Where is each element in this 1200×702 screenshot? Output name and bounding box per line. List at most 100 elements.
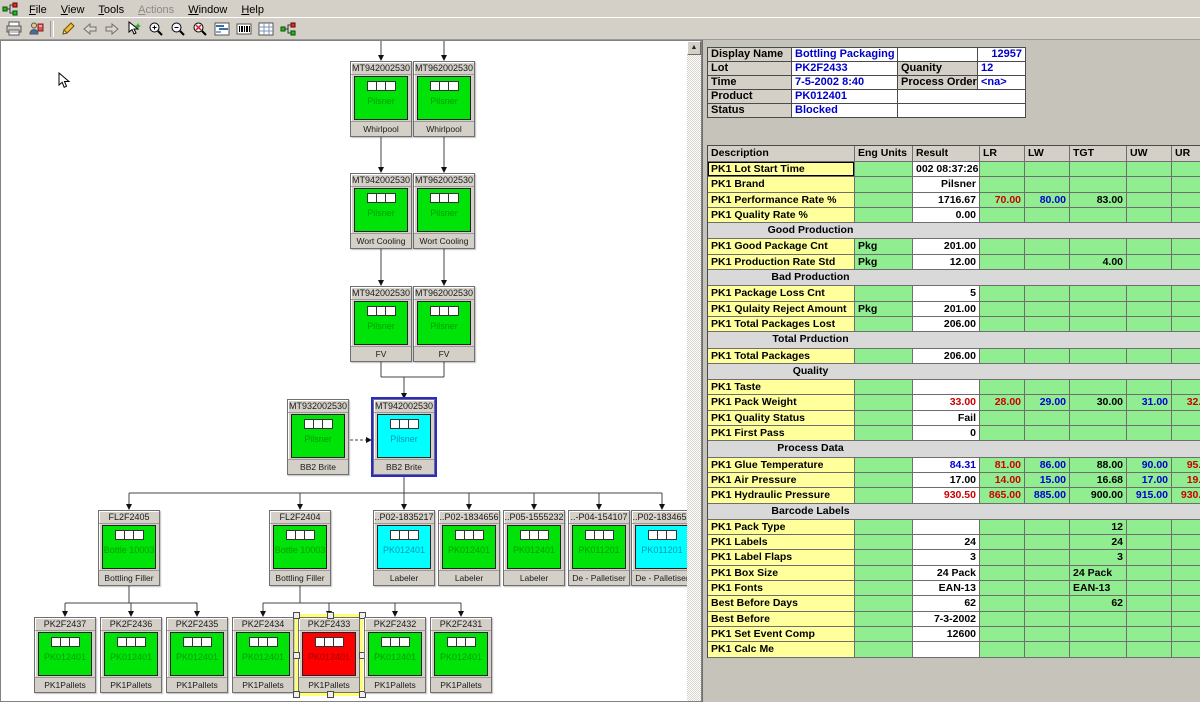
cell-tgt[interactable]: 900.00	[1070, 488, 1127, 503]
barcode-icon[interactable]	[233, 19, 255, 38]
cell-result[interactable]: 201.00	[913, 302, 980, 317]
cell-lw[interactable]	[1025, 411, 1070, 426]
cell-ur[interactable]	[1172, 255, 1200, 270]
cell-lw[interactable]	[1025, 520, 1070, 535]
cell-lr[interactable]	[980, 162, 1025, 177]
grid-icon[interactable]	[255, 19, 277, 38]
cell-eng-units[interactable]	[855, 642, 913, 657]
cell-lw[interactable]: 29.00	[1025, 395, 1070, 410]
cell-result[interactable]: 24	[913, 535, 980, 550]
cell-ur[interactable]	[1172, 411, 1200, 426]
cell-eng-units[interactable]	[855, 612, 913, 627]
cell-tgt[interactable]	[1070, 642, 1127, 657]
cell-lw[interactable]	[1025, 177, 1070, 192]
cell-uw[interactable]	[1127, 193, 1172, 208]
cell-tgt[interactable]: 88.00	[1070, 458, 1127, 473]
cell-tgt[interactable]	[1070, 612, 1127, 627]
cell-result[interactable]: 206.00	[913, 317, 980, 332]
cell-tgt[interactable]: 62	[1070, 596, 1127, 611]
cell-lr[interactable]: 70.00	[980, 193, 1025, 208]
cell-ur[interactable]	[1172, 380, 1200, 395]
cell-lr[interactable]	[980, 208, 1025, 223]
lot-node-mt942002530[interactable]: MT942002530PilsnerFV	[350, 286, 412, 362]
cell-lw[interactable]: 80.00	[1025, 193, 1070, 208]
cell-ur[interactable]	[1172, 581, 1200, 596]
cell-description[interactable]: PK1 First Pass	[708, 426, 855, 441]
cell-description[interactable]: PK1 Total Packages	[708, 349, 855, 364]
cell-description[interactable]: PK1 Production Rate Std	[708, 255, 855, 270]
gantt-icon[interactable]	[211, 19, 233, 38]
cell-description[interactable]: PK1 Box Size	[708, 566, 855, 581]
lot-node-fl2f2404[interactable]: FL2F2404Bottle 10003Bottling Filler	[269, 510, 331, 586]
user-permissions-icon[interactable]	[25, 19, 47, 38]
lot-node-p021835217[interactable]: ..P02-1835217PK012401Labeler	[373, 510, 435, 586]
cell-lr[interactable]	[980, 349, 1025, 364]
selection-handle[interactable]	[293, 691, 300, 698]
cell-lw[interactable]	[1025, 426, 1070, 441]
cell-tgt[interactable]: 83.00	[1070, 193, 1127, 208]
cell-result[interactable]: 5	[913, 286, 980, 301]
cell-lr[interactable]	[980, 581, 1025, 596]
cell-lr[interactable]	[980, 550, 1025, 565]
cell-uw[interactable]	[1127, 208, 1172, 223]
cell-ur[interactable]	[1172, 535, 1200, 550]
cell-eng-units[interactable]	[855, 550, 913, 565]
cell-eng-units[interactable]	[855, 627, 913, 642]
cell-result[interactable]: 0.00	[913, 208, 980, 223]
column-header[interactable]: LR	[980, 146, 1025, 162]
cell-lw[interactable]	[1025, 380, 1070, 395]
column-header[interactable]: UW	[1127, 146, 1172, 162]
cell-uw[interactable]	[1127, 612, 1172, 627]
cell-lr[interactable]	[980, 642, 1025, 657]
column-header[interactable]: UR	[1172, 146, 1200, 162]
cell-lr[interactable]	[980, 627, 1025, 642]
column-header[interactable]: LW	[1025, 146, 1070, 162]
cell-tgt[interactable]: 12	[1070, 520, 1127, 535]
cell-result[interactable]: 002 08:37:26	[913, 162, 980, 177]
printer-icon[interactable]	[3, 19, 25, 38]
cell-uw[interactable]	[1127, 520, 1172, 535]
cell-lw[interactable]	[1025, 642, 1070, 657]
cell-lr[interactable]: 81.00	[980, 458, 1025, 473]
cell-lw[interactable]	[1025, 535, 1070, 550]
cell-result[interactable]: 930.50	[913, 488, 980, 503]
cell-result[interactable]: 3	[913, 550, 980, 565]
lot-node-p04154107[interactable]: ..-P04-154107PK011201De - Palletiser	[568, 510, 630, 586]
cell-description[interactable]: PK1 Brand	[708, 177, 855, 192]
cell-eng-units[interactable]: Pkg	[855, 302, 913, 317]
cell-uw[interactable]	[1127, 162, 1172, 177]
cell-ur[interactable]	[1172, 177, 1200, 192]
cell-lr[interactable]	[980, 380, 1025, 395]
cell-eng-units[interactable]	[855, 349, 913, 364]
cell-lw[interactable]	[1025, 162, 1070, 177]
cell-result[interactable]: Fail	[913, 411, 980, 426]
cell-tgt[interactable]	[1070, 349, 1127, 364]
cell-lr[interactable]	[980, 566, 1025, 581]
cell-lw[interactable]: 15.00	[1025, 473, 1070, 488]
lot-node-mt932002530[interactable]: MT932002530PilsnerBB2 Brite	[287, 399, 349, 475]
cell-description[interactable]: PK1 Air Pressure	[708, 473, 855, 488]
cell-uw[interactable]	[1127, 177, 1172, 192]
pencil-icon[interactable]	[57, 19, 79, 38]
arrow-right-icon[interactable]	[101, 19, 123, 38]
cell-lr[interactable]	[980, 426, 1025, 441]
cell-tgt[interactable]	[1070, 627, 1127, 642]
cell-eng-units[interactable]	[855, 395, 913, 410]
column-header[interactable]: Description	[708, 146, 855, 162]
lot-node-pk2f2434[interactable]: PK2F2434PK012401PK1Pallets	[232, 617, 294, 693]
genealogy-icon[interactable]	[277, 19, 299, 38]
cell-lr[interactable]	[980, 255, 1025, 270]
cell-uw[interactable]	[1127, 550, 1172, 565]
cell-uw[interactable]	[1127, 286, 1172, 301]
cell-description[interactable]: PK1 Taste	[708, 380, 855, 395]
cell-lr[interactable]	[980, 612, 1025, 627]
lot-node-mt962002530[interactable]: MT962002530PilsnerWort Cooling	[413, 173, 475, 249]
cell-uw[interactable]: 17.00	[1127, 473, 1172, 488]
cell-lw[interactable]	[1025, 255, 1070, 270]
cell-eng-units[interactable]	[855, 581, 913, 596]
cell-tgt[interactable]: 3	[1070, 550, 1127, 565]
cell-result[interactable]: 7-3-2002	[913, 612, 980, 627]
lot-node-pk2f2431[interactable]: PK2F2431PK012401PK1Pallets	[430, 617, 492, 693]
cell-ur[interactable]	[1172, 520, 1200, 535]
cell-description[interactable]: PK1 Set Event Comp	[708, 627, 855, 642]
